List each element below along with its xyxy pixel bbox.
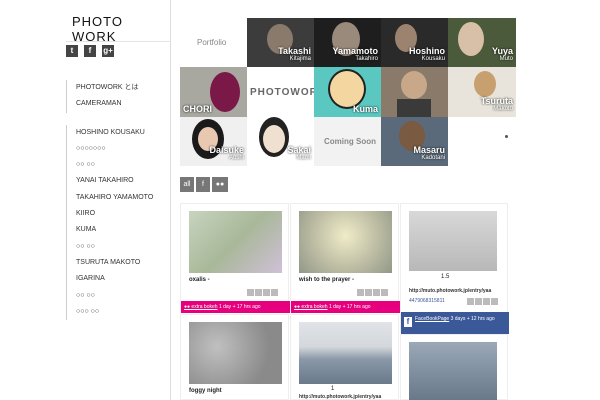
portfolio-tile[interactable]: Portfolio [180,18,247,67]
card-time: 1 day + 17 hrs ago [328,304,371,310]
card-photo[interactable] [189,211,282,273]
nav-item-photographer[interactable]: ○○ ○○ [76,288,170,304]
facebook-icon: f [404,317,412,327]
tile-sub: Kadotani [421,155,445,161]
google-plus-icon[interactable]: g+ [102,45,114,57]
photographer-tile[interactable]: Yamamoto Takahiro [314,18,381,67]
tile-sub: Kousaku [421,56,445,62]
nav-item-photographer[interactable]: HOSHINO KOUSAKU [76,125,170,141]
card-title: 1.5 [441,274,450,280]
feed-card[interactable]: wish to the prayer - ●● extra bokeh 1 da… [290,203,400,313]
twitter-icon[interactable]: t [66,45,78,57]
social-links: t f g+ [66,45,114,57]
tile-sub: Makoto [493,106,513,112]
nav-item-photographer[interactable]: KIIRO [76,206,170,222]
facebook-icon[interactable]: f [84,45,96,57]
photographer-tile[interactable]: Masaru Kadotani [381,117,448,166]
nav-item-photographer[interactable]: KUMA [76,222,170,238]
nav-item-about[interactable]: PHOTOWORK とは [76,80,170,96]
tile-name: CHORI [183,104,212,114]
source-bar: ●● extra bokeh 1 day + 17 hrs ago [181,301,290,313]
coming-soon-label: Coming Soon [324,137,376,146]
nav-group-top: PHOTOWORK とは CAMERAMAN [66,80,170,113]
source-link[interactable]: FaceBookPage [415,316,449,322]
feed-card[interactable]: oxalis - ●● extra bokeh 1 day + 17 hrs a… [180,203,290,313]
tile-sub: Muto [499,56,513,62]
share-icons [357,289,388,296]
feed-card[interactable]: foggy night [180,314,289,400]
portfolio-mosaic: Portfolio Takashi Kitajima Yamamoto Takahi… [180,18,516,166]
sidebar: PHOTO WORK t f g+ PHOTOWORK とは CAMERAMAN… [0,0,172,400]
card-time: 3 days + 12 hrs ago [450,316,495,322]
photographer-tile[interactable]: Daisuke Aoshi [180,117,247,166]
portfolio-label: Portfolio [197,38,227,47]
card-title: oxalis - [189,277,210,283]
photographer-tile[interactable]: Takashi Kitajima [247,18,314,67]
tile-sub: Aoshi [228,155,244,161]
logo-divider [66,41,170,42]
tile-sub: Takahiro [355,56,378,62]
nav-item-photographer[interactable]: TSURUTA MAKOTO [76,255,170,271]
filter-facebook-button[interactable]: f [196,177,210,192]
card-time: 1 day + 17 hrs ago [218,304,261,310]
nav-item-cameraman[interactable]: CAMERAMAN [76,96,170,112]
share-icons [467,298,498,305]
tile-name: Kuma [352,104,378,114]
nav-item-photographer[interactable]: ○○ ○○ [76,239,170,255]
source-bar: ●● extra bokeh 1 day + 17 hrs ago [291,301,400,313]
card-id[interactable]: 4479068315811 [409,298,469,304]
photographer-tile[interactable]: Hoshino Kousaku [381,18,448,67]
nav-item-photographer[interactable]: YANAI TAKAHIRO [76,173,170,189]
nav-item-photographer[interactable]: ○○ ○○ [76,157,170,173]
nav-item-photographer[interactable]: TAKAHIRO YAMAMOTO [76,190,170,206]
nav-group-photographers: HOSHINO KOUSAKU ○○○○○○○ ○○ ○○ YANAI TAKA… [66,124,170,321]
filter-all-button[interactable]: all [180,177,194,192]
photographer-tile[interactable]: Yuya Muto [448,18,516,67]
feed-card[interactable] [400,334,508,400]
photographer-tile[interactable]: CHORI [180,67,247,117]
facebook-source-bar: f FaceBookPage 3 days + 12 hrs ago [401,312,509,334]
card-title: foggy night [189,388,222,394]
card-url[interactable]: http://muto.photowork.jp/entry/yaa [299,394,397,400]
sidebar-divider [170,0,171,400]
tile-sub: Mami [296,155,311,161]
card-title: 1 [331,386,335,392]
photographer-tile[interactable]: Tsuruta Makoto [448,67,516,117]
card-photo[interactable] [189,322,282,384]
nav-item-photographer[interactable]: ○○○○○○○ [76,141,170,157]
filter-flickr-button[interactable]: ●● [212,177,228,192]
source-link[interactable]: ●● extra bokeh [294,304,328,310]
feed-grid: oxalis - ●● extra bokeh 1 day + 17 hrs a… [180,203,509,400]
nav-item-photographer[interactable]: ○○○ ○○ [76,304,170,320]
coming-soon-tile: Coming Soon [314,117,381,166]
carousel-dot[interactable] [505,135,508,138]
feed-filters: all f ●● [180,177,228,192]
card-title: wish to the prayer - [299,277,355,283]
page: PHOTO WORK t f g+ PHOTOWORK とは CAMERAMAN… [0,0,600,400]
feed-card[interactable]: 1 http://muto.photowork.jp/entry/yaa [290,314,399,400]
card-photo[interactable] [409,211,497,271]
photowork-logo-tile[interactable]: PHOTOWORK [247,67,314,117]
feed-card[interactable]: 1.5 http://muto.photowork.jp/entry/yaa 4… [400,203,509,334]
source-link[interactable]: ●● extra bokeh [184,304,218,310]
card-photo[interactable] [409,342,497,400]
sidebar-nav: PHOTOWORK とは CAMERAMAN HOSHINO KOUSAKU ○… [66,80,170,321]
share-icons [247,289,278,296]
photographer-tile[interactable]: Sakai Mami [247,117,314,166]
card-photo[interactable] [299,211,392,273]
nav-item-photographer[interactable]: IGARINA [76,271,170,287]
photographer-tile[interactable]: Kuma [314,67,381,117]
site-logo[interactable]: PHOTO WORK [72,14,172,44]
photographer-tile[interactable] [381,67,448,117]
card-url[interactable]: http://muto.photowork.jp/entry/yaa [409,288,507,294]
tile-sub: Kitajima [289,56,311,62]
card-photo[interactable] [299,322,392,384]
photowork-logo: PHOTOWORK [250,87,314,98]
